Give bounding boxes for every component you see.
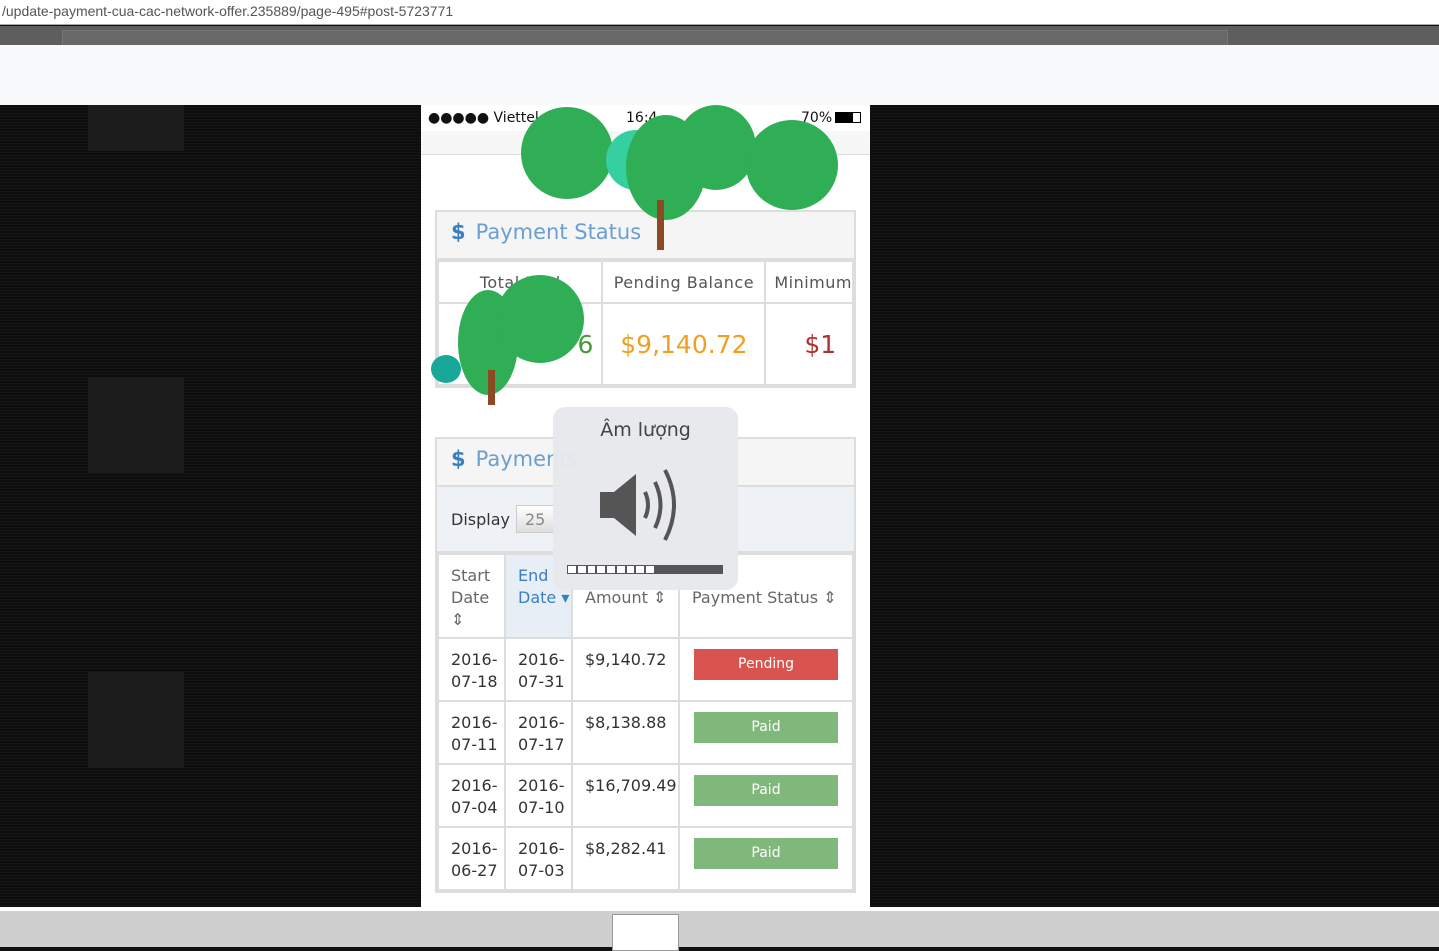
- amount: $16,709.49: [571, 763, 680, 828]
- volume-segment: [615, 565, 626, 574]
- amount: $8,138.88: [571, 700, 680, 765]
- speaker-icon: [600, 469, 676, 541]
- avatar: [88, 105, 184, 151]
- volume-hud: Âm lượng: [553, 407, 738, 590]
- status-badge: Paid: [694, 838, 838, 869]
- volume-segment: [586, 565, 597, 574]
- start-date: 2016-07-04: [437, 763, 506, 828]
- avatar: [88, 672, 184, 768]
- start-date: 2016-06-27: [437, 826, 506, 891]
- minimum-value: $1: [764, 302, 854, 386]
- thumbnail-strip: [0, 907, 1439, 951]
- header-pending-balance: Pending Balance: [601, 260, 767, 304]
- panel-title: Payment Status: [475, 220, 642, 244]
- thumbnail[interactable]: [612, 914, 679, 951]
- table-row: 2016-07-18 2016-07-31 $9,140.72 Pending: [437, 637, 854, 702]
- volume-segment: [635, 565, 645, 574]
- amount: $8,282.41: [571, 826, 680, 891]
- volume-level-bar: [567, 565, 723, 574]
- end-date: 2016-07-10: [504, 763, 573, 828]
- table-row: 2016-07-04 2016-07-10 $16,709.49 Paid: [437, 763, 854, 828]
- status-badge: Paid: [694, 712, 838, 743]
- address-bar[interactable]: /update-payment-cua-cac-network-offer.23…: [0, 0, 1439, 25]
- end-date: 2016-07-31: [504, 637, 573, 702]
- end-date: 2016-07-03: [504, 826, 573, 891]
- volume-segment: [645, 565, 655, 574]
- tab-strip: [0, 26, 1439, 45]
- dollar-icon: $: [451, 447, 466, 471]
- start-date: 2016-07-11: [437, 700, 506, 765]
- pending-balance-value: $9,140.72: [601, 302, 767, 386]
- volume-segment: [596, 565, 606, 574]
- table-row: 2016-07-11 2016-07-17 $8,138.88 Paid: [437, 700, 854, 765]
- status-badge: Paid: [694, 775, 838, 806]
- col-start-date[interactable]: Start Date ⇕: [437, 553, 506, 639]
- header-minimum: Minimum: [764, 260, 854, 304]
- amount: $9,140.72: [571, 637, 680, 702]
- volume-segment: [625, 565, 636, 574]
- dollar-icon: $: [451, 220, 466, 244]
- end-date: 2016-07-17: [504, 700, 573, 765]
- volume-title: Âm lượng: [600, 419, 691, 441]
- volume-segment: [606, 565, 616, 574]
- volume-segment: [567, 565, 577, 574]
- start-date: 2016-07-18: [437, 637, 506, 702]
- carrier: ●●●●● Viettel: [428, 110, 539, 126]
- volume-segment: [576, 565, 587, 574]
- avatar: [88, 377, 184, 473]
- display-label: Display: [451, 510, 510, 529]
- status-badge: Pending: [694, 649, 838, 680]
- battery-icon: [835, 112, 861, 123]
- page-header: Sh: [0, 45, 1439, 141]
- tab[interactable]: [62, 30, 1228, 45]
- table-row: 2016-06-27 2016-07-03 $8,282.41 Paid: [437, 826, 854, 891]
